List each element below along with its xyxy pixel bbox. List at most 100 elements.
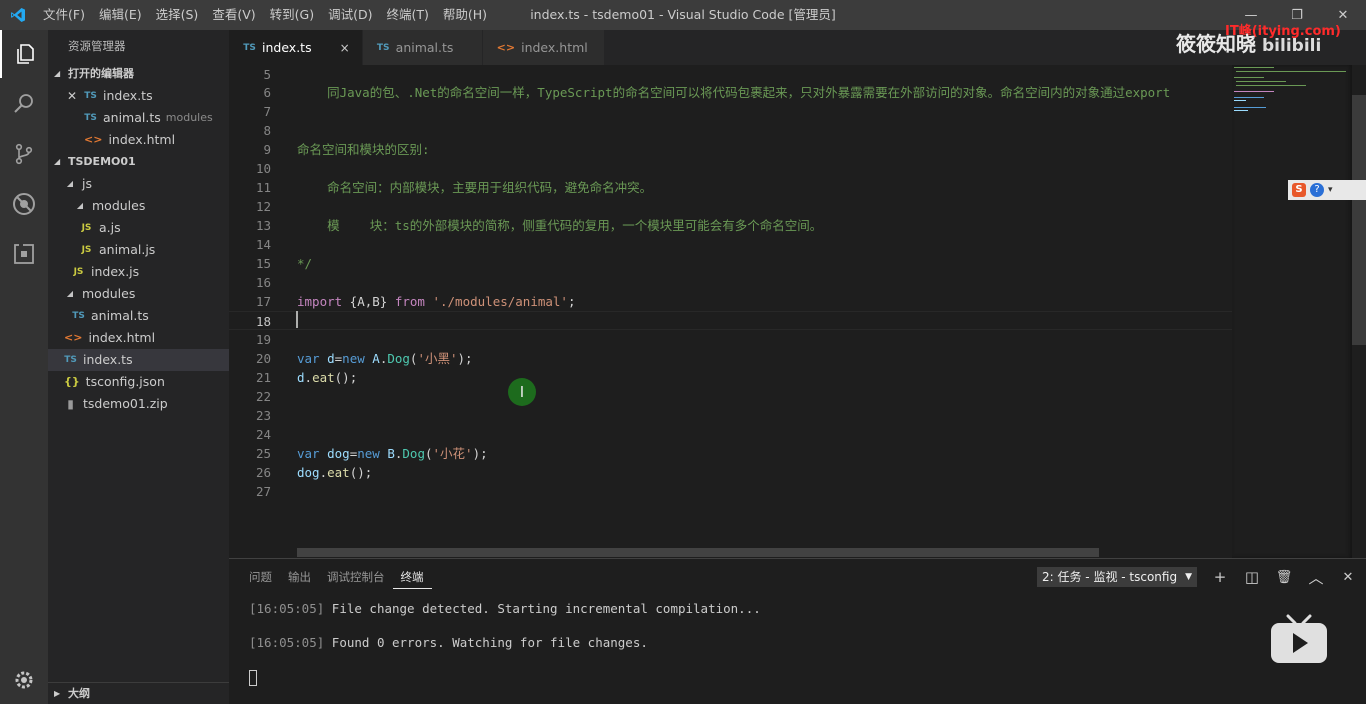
html-file-icon: <> <box>84 133 103 146</box>
menu-file[interactable]: 文件(F) <box>36 0 92 30</box>
menu-view[interactable]: 查看(V) <box>205 0 262 30</box>
split-terminal-button[interactable]: ◫ <box>1242 567 1262 587</box>
code-line: 27 <box>255 484 271 499</box>
gear-icon[interactable] <box>0 656 48 704</box>
source-control-icon[interactable] <box>0 130 48 178</box>
text-caret <box>296 311 298 328</box>
code-line: 5 <box>263 67 271 82</box>
file-name: tsconfig.json <box>85 374 165 389</box>
maximize-panel-button[interactable]: ︿ <box>1306 567 1326 587</box>
typescript-file-icon: TS <box>84 91 97 101</box>
vertical-scrollbar[interactable] <box>1352 95 1366 345</box>
tree-file-tsdemo01-zip[interactable]: ▮ tsdemo01.zip <box>48 393 229 415</box>
mouse-cursor-indicator: I <box>508 378 536 406</box>
new-terminal-button[interactable]: + <box>1210 567 1230 587</box>
explorer-icon[interactable] <box>0 30 48 78</box>
menu-edit[interactable]: 编辑(E) <box>92 0 149 30</box>
code-line: 9 命名空间和模块的区别: <box>263 142 430 157</box>
tab-problems[interactable]: 问题 <box>241 559 280 595</box>
terminal-select[interactable]: 2: 任务 - 监视 - tsconfig ▼ <box>1037 567 1197 587</box>
javascript-file-icon: JS <box>73 267 84 277</box>
tree-file-animal-js[interactable]: JS animal.js <box>48 239 229 261</box>
activity-bar <box>0 30 48 704</box>
project-label: TSDEMO01 <box>68 155 136 168</box>
debug-icon[interactable] <box>0 180 48 228</box>
typescript-file-icon: TS <box>72 311 85 321</box>
ime-toolbar[interactable]: S ? ▾ <box>1288 180 1366 200</box>
tree-file-a-js[interactable]: JS a.js <box>48 217 229 239</box>
open-editors-header[interactable]: ◢ 打开的编辑器 <box>48 63 229 85</box>
title-bar: 文件(F) 编辑(E) 选择(S) 查看(V) 转到(G) 调试(D) 终端(T… <box>0 0 1366 30</box>
tab-output[interactable]: 输出 <box>280 559 319 595</box>
search-icon[interactable] <box>0 80 48 128</box>
tab-debug-console[interactable]: 调试控制台 <box>319 559 393 595</box>
video-watermark: 筱筱知晓 bilibili <box>1176 28 1321 57</box>
close-icon[interactable]: × <box>340 41 350 55</box>
tree-file-index-js[interactable]: JS index.js <box>48 261 229 283</box>
tree-file-index-ts[interactable]: TS index.ts <box>48 349 229 371</box>
tree-folder-js[interactable]: ◢ js <box>48 173 229 195</box>
panel-tabs: 问题 输出 调试控制台 终端 <box>229 559 432 595</box>
folder-name: modules <box>82 286 136 301</box>
menu-help[interactable]: 帮助(H) <box>436 0 494 30</box>
tab-index-ts[interactable]: TS index.ts × <box>229 30 363 65</box>
file-name: index.html <box>108 132 176 147</box>
open-editor-item-index-html[interactable]: <> index.html <box>48 129 229 151</box>
sidebar-title: 资源管理器 <box>68 39 126 53</box>
tree-folder-js-modules[interactable]: ◢ modules <box>48 195 229 217</box>
chevron-down-icon: ◢ <box>54 69 61 78</box>
tab-animal-ts[interactable]: TS animal.ts <box>362 30 483 65</box>
explorer-sidebar: 资源管理器 ◢ 打开的编辑器 ✕ TS index.ts TS animal.t… <box>48 30 229 704</box>
project-header[interactable]: ◢ TSDEMO01 <box>48 151 229 173</box>
html-file-icon: <> <box>64 331 83 344</box>
open-editor-item-animal-ts[interactable]: TS animal.ts modules <box>48 107 229 129</box>
folder-hint: modules <box>165 111 213 124</box>
terminal-line: [16:05:05] File change detected. Startin… <box>249 601 761 616</box>
code-line: 11 命名空间：内部模块，主要用于组织代码，避免命名冲突。 <box>255 180 653 195</box>
tab-terminal[interactable]: 终端 <box>392 566 432 589</box>
menu-debug[interactable]: 调试(D) <box>321 0 379 30</box>
typescript-file-icon: TS <box>376 42 390 53</box>
bilibili-tv-icon <box>1268 614 1330 666</box>
javascript-file-icon: JS <box>81 245 92 255</box>
tab-index-html[interactable]: <> index.html <box>482 30 605 65</box>
typescript-file-icon: TS <box>243 42 256 53</box>
code-line: 10 <box>255 161 271 176</box>
tree-file-tsconfig-json[interactable]: {} tsconfig.json <box>48 371 229 393</box>
menu-terminal[interactable]: 终端(T) <box>379 0 435 30</box>
extensions-icon[interactable] <box>0 230 48 278</box>
bottom-panel: 问题 输出 调试控制台 终端 2: 任务 - 监视 - tsconfig ▼ +… <box>229 558 1366 704</box>
open-editors-label: 打开的编辑器 <box>68 67 134 80</box>
code-editor[interactable]: 5 6 同Java的包、.Net的命名空间一样，TypeScript的命名空间可… <box>229 65 1366 558</box>
outline-header[interactable]: ▶ 大纲 <box>48 682 229 704</box>
code-line: 22 <box>255 389 271 404</box>
file-name: animal.ts <box>91 308 149 323</box>
close-icon[interactable]: ✕ <box>64 85 80 107</box>
json-file-icon: {} <box>64 375 80 388</box>
code-line: 21 d.eat(); <box>255 370 358 385</box>
chevron-down-icon[interactable]: ▾ <box>1328 185 1333 195</box>
terminal-cursor <box>249 670 257 686</box>
code-line: 23 <box>255 408 271 423</box>
chevron-down-icon: ◢ <box>66 289 74 298</box>
horizontal-scrollbar[interactable] <box>297 548 1099 557</box>
typescript-file-icon: TS <box>64 355 77 365</box>
tree-folder-modules[interactable]: ◢ modules <box>48 283 229 305</box>
code-line: 16 <box>255 275 271 290</box>
tree-file-animal-ts[interactable]: TS animal.ts <box>48 305 229 327</box>
typescript-file-icon: TS <box>84 113 97 123</box>
help-icon[interactable]: ? <box>1310 183 1324 197</box>
open-editor-item-index-ts[interactable]: ✕ TS index.ts <box>48 85 229 107</box>
file-name: animal.js <box>99 242 156 257</box>
file-name: animal.ts <box>103 110 161 125</box>
code-line: 12 <box>255 199 271 214</box>
file-name: index.js <box>91 264 140 279</box>
menu-goto[interactable]: 转到(G) <box>263 0 321 30</box>
tree-file-index-html[interactable]: <> index.html <box>48 327 229 349</box>
kill-terminal-button[interactable]: 🗑 <box>1274 567 1294 587</box>
menu-selection[interactable]: 选择(S) <box>149 0 206 30</box>
chevron-right-icon: ▶ <box>54 688 61 698</box>
close-panel-button[interactable]: ✕ <box>1338 567 1358 587</box>
html-file-icon: <> <box>496 41 516 54</box>
minimap[interactable] <box>1232 65 1352 558</box>
